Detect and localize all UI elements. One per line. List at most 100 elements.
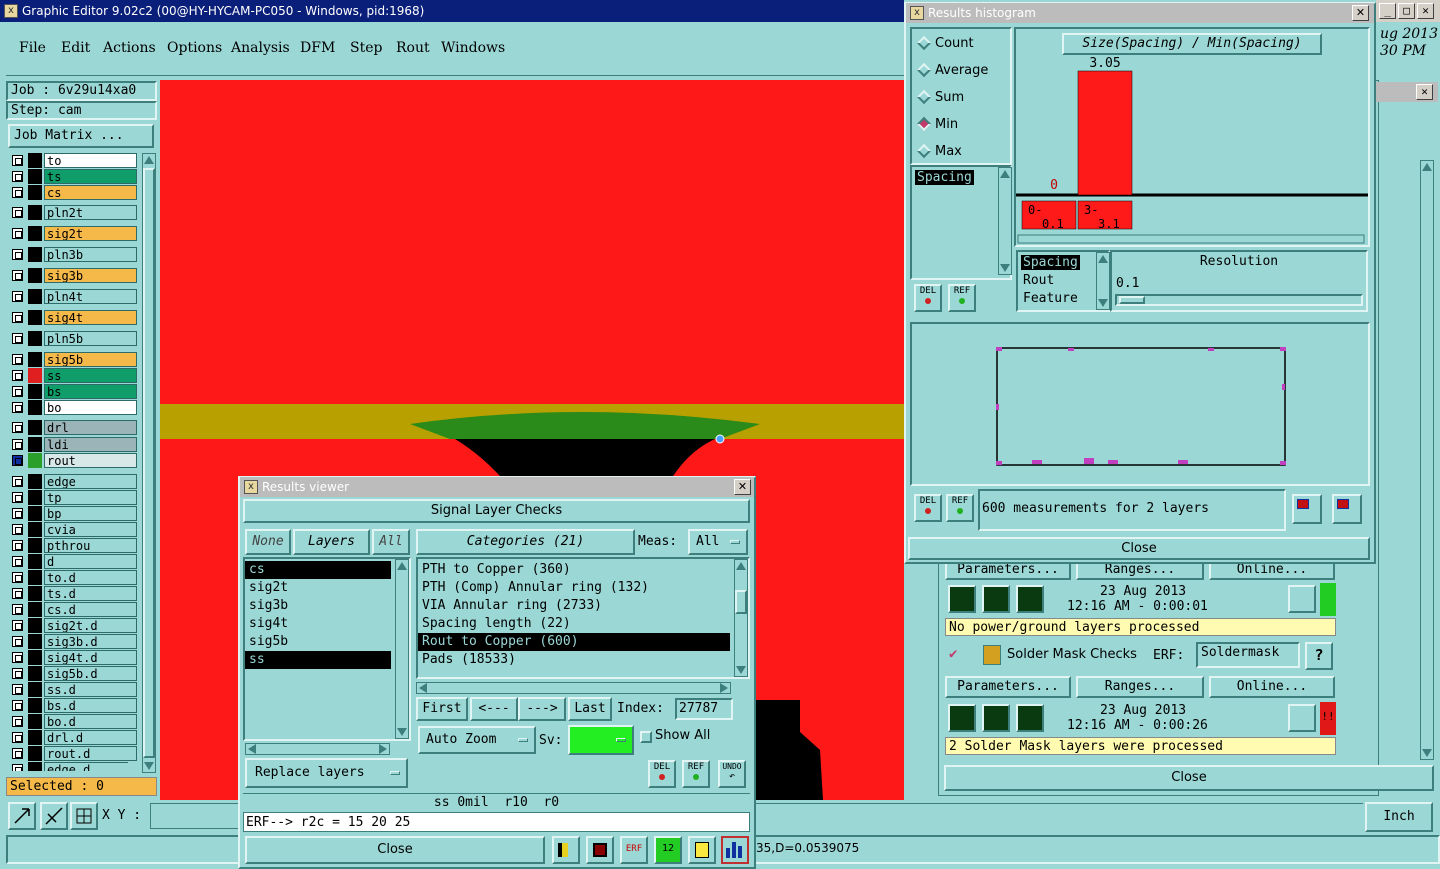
layer-checkbox[interactable]	[12, 312, 23, 323]
histogram-ref-button[interactable]: REF	[946, 494, 974, 522]
erf-value-field[interactable]: Soldermask	[1196, 642, 1300, 668]
next-button[interactable]: --->	[518, 697, 566, 721]
layer-color-swatch[interactable]	[28, 453, 42, 468]
layer-checkbox[interactable]	[12, 732, 23, 743]
layer-name[interactable]: to	[44, 153, 137, 168]
resolution-slider[interactable]	[1115, 294, 1363, 306]
layer-row-pthrou[interactable]: pthrou	[10, 538, 137, 553]
layer-color-swatch[interactable]	[28, 666, 42, 681]
histogram-del-button-top[interactable]: DEL	[914, 284, 942, 312]
all-button[interactable]: All	[372, 529, 410, 555]
layer-checkbox[interactable]	[12, 439, 23, 450]
results-layer-scroll-left[interactable]	[248, 744, 256, 754]
layer-color-swatch[interactable]	[28, 730, 42, 745]
layer-name[interactable]: sig2t.d	[44, 618, 137, 633]
results-layer-item[interactable]: sig5b	[245, 633, 391, 651]
report-histogram-icon[interactable]	[1332, 494, 1362, 524]
layer-color-swatch[interactable]	[28, 247, 42, 262]
type-scroll-up[interactable]	[1000, 170, 1010, 178]
layer-name[interactable]: bo	[44, 400, 137, 415]
category-scroll-thumb[interactable]	[735, 590, 747, 614]
layer-row-bs[interactable]: bs	[10, 384, 137, 399]
layer-name[interactable]: edge	[44, 474, 137, 489]
layer-row-to-d[interactable]: to.d	[10, 570, 137, 585]
toolbar-number-icon[interactable]: 12	[654, 836, 682, 864]
layer-name[interactable]: bs.d	[44, 698, 137, 713]
layer-checkbox[interactable]	[12, 422, 23, 433]
layer-row-bs-d[interactable]: bs.d	[10, 698, 137, 713]
layer-checkbox[interactable]	[12, 540, 23, 551]
first-button[interactable]: First	[416, 697, 468, 721]
histogram-bar[interactable]	[1077, 70, 1133, 196]
category-hscroll[interactable]	[416, 682, 731, 694]
toolbar-record-icon[interactable]	[586, 836, 614, 864]
run-check-icon-5[interactable]	[982, 704, 1010, 732]
layer-color-swatch[interactable]	[28, 226, 42, 241]
histogram-del-button[interactable]: DEL	[914, 494, 942, 522]
results-layer-hscroll[interactable]	[245, 743, 390, 755]
layer-color-swatch[interactable]	[28, 153, 42, 168]
layer-row-pln2t[interactable]: pln2t	[10, 205, 137, 220]
layer-checkbox[interactable]	[12, 370, 23, 381]
category-scroll-right[interactable]	[720, 683, 728, 693]
layer-checkbox[interactable]	[12, 748, 23, 759]
results-layer-scroll-right[interactable]	[379, 744, 387, 754]
layer-name[interactable]: drl	[44, 420, 137, 435]
menu-step[interactable]: Step	[350, 40, 382, 56]
help-button[interactable]: ?	[1305, 642, 1333, 670]
layer-color-swatch[interactable]	[28, 400, 42, 415]
layer-row-sig5b-d[interactable]: sig5b.d	[10, 666, 137, 681]
layer-color-swatch[interactable]	[28, 205, 42, 220]
category-scroll-down[interactable]	[736, 666, 746, 674]
histogram-close-icon[interactable]: ✕	[1352, 5, 1369, 21]
measure-item-rout[interactable]: Rout	[1021, 273, 1056, 288]
units-button[interactable]: Inch	[1365, 802, 1433, 832]
layer-name[interactable]: ss.d	[44, 682, 137, 697]
layer-name[interactable]: sig5b	[44, 352, 137, 367]
layer-name[interactable]: sig4t.d	[44, 650, 137, 665]
menu-windows[interactable]: Windows	[441, 40, 505, 56]
layer-name[interactable]: bo.d	[44, 714, 137, 729]
scroll-up-arrow[interactable]	[144, 156, 154, 164]
chart-hscroll[interactable]	[1017, 234, 1365, 244]
layer-color-swatch[interactable]	[28, 268, 42, 283]
layer-color-swatch[interactable]	[28, 490, 42, 505]
layer-checkbox[interactable]	[12, 636, 23, 647]
menu-rout[interactable]: Rout	[396, 40, 430, 56]
layer-row-ts-d[interactable]: ts.d	[10, 586, 137, 601]
layer-checkbox[interactable]	[12, 652, 23, 663]
viewer-ref-button[interactable]: REF	[682, 760, 710, 788]
layer-name[interactable]: pthrou	[44, 538, 137, 553]
layer-row-bo-d[interactable]: bo.d	[10, 714, 137, 729]
type-scroll-down[interactable]	[1000, 264, 1010, 272]
layer-row-bo[interactable]: bo	[10, 400, 137, 415]
layer-name[interactable]: cvia	[44, 522, 137, 537]
layer-row-ss-d[interactable]: ss.d	[10, 682, 137, 697]
layer-name[interactable]: edge.d	[44, 762, 128, 771]
layer-checkbox[interactable]	[12, 572, 23, 583]
analysis-close-button[interactable]: Close	[944, 765, 1434, 791]
layer-checkbox[interactable]	[12, 354, 23, 365]
results-layer-item[interactable]: sig2t	[245, 579, 391, 597]
layer-list-scrollbar[interactable]	[142, 153, 156, 773]
layer-checkbox[interactable]	[12, 249, 23, 260]
results-layer-item[interactable]: sig4t	[245, 615, 391, 633]
layer-color-swatch[interactable]	[28, 650, 42, 665]
layer-row-ts[interactable]: ts	[10, 169, 137, 184]
online-button-2[interactable]: Online...	[1209, 676, 1335, 698]
xy-input[interactable]	[150, 803, 242, 829]
layer-color-swatch[interactable]	[28, 682, 42, 697]
layer-checkbox[interactable]	[12, 620, 23, 631]
layer-checkbox[interactable]	[12, 588, 23, 599]
index-input[interactable]: 27787	[675, 698, 733, 720]
layer-row-pln3b[interactable]: pln3b	[10, 247, 137, 262]
layer-color-swatch[interactable]	[28, 602, 42, 617]
layer-row-to[interactable]: to	[10, 153, 137, 168]
category-item[interactable]: PTH (Comp) Annular ring (132)	[418, 579, 730, 597]
layer-color-swatch[interactable]	[28, 538, 42, 553]
layer-name[interactable]: sig2t	[44, 226, 137, 241]
layer-color-swatch[interactable]	[28, 618, 42, 633]
category-item[interactable]: Rout to Copper (600)	[418, 633, 730, 651]
replace-layers-dropdown[interactable]: Replace layers	[245, 758, 408, 788]
layer-color-swatch[interactable]	[28, 331, 42, 346]
